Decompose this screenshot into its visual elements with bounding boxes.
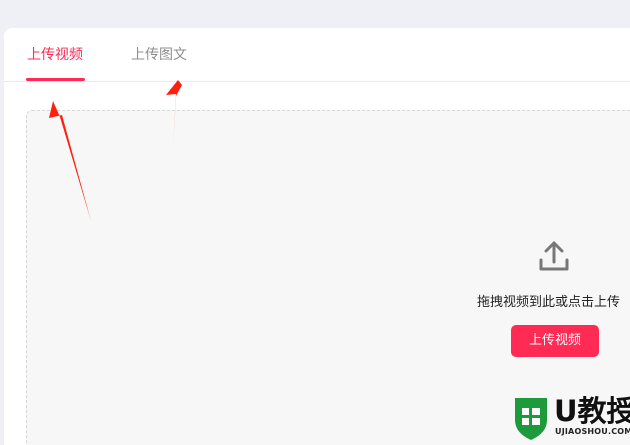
screenshot-page: 上传视频 上传图文 拖拽视频到此或点击上传 上传视频 U教授 UJIAOSHOU…	[0, 0, 630, 445]
tab-upload-image-text[interactable]: 上传图文	[131, 45, 187, 65]
active-tab-underline	[26, 78, 85, 81]
upload-icon	[539, 241, 569, 271]
upload-hint-text: 拖拽视频到此或点击上传	[477, 295, 621, 310]
upload-card: 上传视频 上传图文 拖拽视频到此或点击上传 上传视频	[4, 28, 630, 445]
watermark-domain: UJIAOSHOU.COM	[555, 427, 630, 436]
tab-upload-video[interactable]: 上传视频	[27, 45, 83, 65]
shield-icon	[515, 398, 547, 440]
watermark-brand: U教授	[554, 394, 630, 428]
upload-tab-bar: 上传视频 上传图文	[4, 28, 630, 82]
upload-video-button[interactable]: 上传视频	[511, 325, 599, 357]
watermark: U教授 UJIAOSHOU.COM	[512, 394, 630, 445]
